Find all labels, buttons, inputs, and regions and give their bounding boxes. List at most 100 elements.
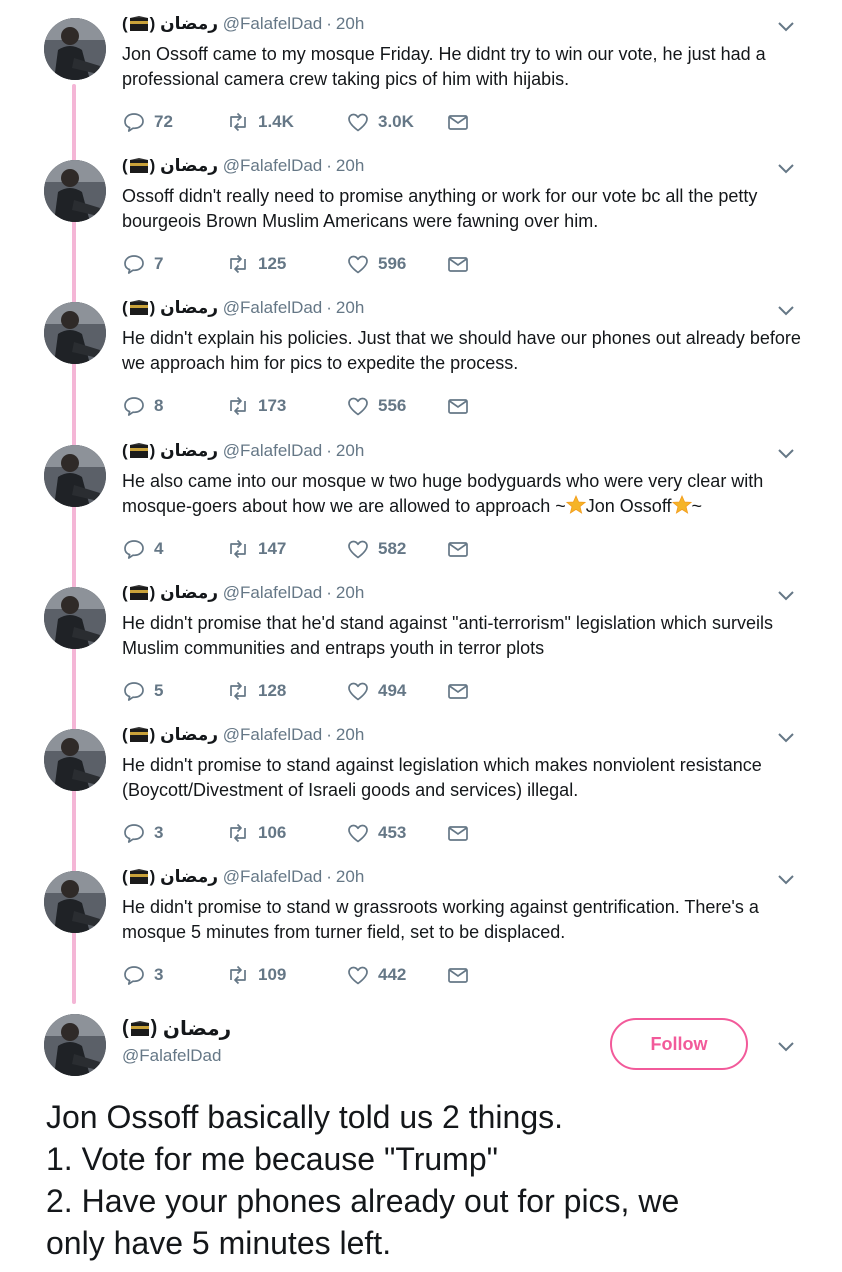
avatar[interactable]	[44, 160, 106, 223]
reply-icon	[124, 397, 144, 417]
tweet-actions: 4 147 582	[122, 537, 470, 561]
avatar[interactable]	[44, 586, 106, 649]
avatar[interactable]	[44, 1014, 106, 1076]
like-count: 494	[378, 680, 407, 700]
chevron-down-icon[interactable]	[776, 304, 796, 318]
reply-button[interactable]: 7	[122, 252, 226, 276]
tweet[interactable]: () رمضان @FalafelDad · 20h He didn't promis…	[0, 855, 842, 997]
tweet-timestamp[interactable]: 20h	[336, 156, 364, 176]
chevron-down-icon[interactable]	[776, 1040, 796, 1054]
tweet-timestamp[interactable]: 20h	[336, 867, 364, 887]
chevron-down-icon[interactable]	[776, 873, 796, 887]
author-display-name[interactable]: رمضان	[160, 725, 218, 745]
reply-count: 72	[154, 112, 173, 131]
avatar[interactable]	[44, 871, 106, 934]
direct-message-button[interactable]	[446, 394, 470, 418]
retweet-button[interactable]: 147	[226, 537, 346, 561]
reply-button[interactable]: 72	[122, 110, 226, 134]
retweet-button[interactable]: 106	[226, 821, 346, 845]
like-button[interactable]: 596	[346, 252, 446, 276]
reply-button[interactable]: 3	[122, 821, 226, 845]
retweet-button[interactable]: 173	[226, 394, 346, 418]
author-display-name[interactable]: رمضان	[160, 298, 218, 318]
tweet[interactable]: () رمضان @FalafelDad · 20h He didn't explai…	[0, 286, 842, 428]
author-handle[interactable]: @FalafelDad	[223, 156, 322, 176]
author-display-name[interactable]: رمضان	[160, 441, 218, 461]
direct-message-button[interactable]	[446, 679, 470, 703]
author-handle[interactable]: @FalafelDad	[223, 441, 322, 461]
author-handle[interactable]: @FalafelDad	[223, 867, 322, 887]
author-handle[interactable]: @FalafelDad	[223, 298, 322, 318]
avatar[interactable]	[44, 18, 106, 80]
chevron-down-icon[interactable]	[776, 589, 796, 603]
direct-message-button[interactable]	[446, 963, 470, 987]
reply-button[interactable]: 5	[122, 679, 226, 703]
like-button[interactable]: 453	[346, 821, 446, 845]
separator-dot: ·	[326, 298, 332, 318]
follow-button[interactable]: Follow	[610, 1018, 748, 1070]
avatar[interactable]	[44, 444, 106, 507]
like-icon	[348, 113, 368, 132]
tweet[interactable]: () رمضان @FalafelDad · 20h He didn't promis…	[0, 713, 842, 855]
reply-button[interactable]: 3	[122, 963, 226, 987]
like-button[interactable]: 494	[346, 679, 446, 703]
avatar[interactable]	[44, 729, 106, 791]
retweet-icon	[230, 255, 246, 274]
chevron-down-icon[interactable]	[776, 20, 796, 34]
main-tweet-line: only have 5 minutes left.	[46, 1225, 392, 1261]
reply-icon	[124, 255, 144, 275]
tweet[interactable]: () رمضان @FalafelDad · 20h He didn't promis…	[0, 571, 842, 713]
kaaba-emoji-icon	[129, 300, 148, 316]
message-icon	[448, 399, 468, 415]
kaaba-emoji-icon	[129, 727, 148, 742]
direct-message-button[interactable]	[446, 252, 470, 276]
author-handle[interactable]: @FalafelDad	[223, 14, 322, 34]
message-icon	[448, 115, 468, 130]
tweet-timestamp[interactable]: 20h	[336, 298, 364, 318]
like-icon	[348, 682, 368, 701]
message-icon	[448, 826, 468, 841]
like-icon	[348, 966, 368, 985]
author-display-name[interactable]: رمضان	[160, 583, 218, 603]
retweet-count: 128	[258, 680, 287, 700]
message-icon	[448, 683, 468, 699]
tweet[interactable]: () رمضان @FalafelDad · 20h Jon Ossoff came …	[0, 2, 842, 144]
like-icon	[348, 824, 368, 843]
direct-message-button[interactable]	[446, 110, 470, 134]
tweet-timestamp[interactable]: 20h	[336, 441, 364, 461]
avatar[interactable]	[44, 302, 106, 365]
retweet-button[interactable]: 1.4K	[226, 110, 346, 134]
author-display-name[interactable]: رمضان	[160, 14, 218, 34]
direct-message-button[interactable]	[446, 537, 470, 561]
reply-button[interactable]: 4	[122, 537, 226, 561]
direct-message-button[interactable]	[446, 821, 470, 845]
like-button[interactable]: 582	[346, 537, 446, 561]
chevron-down-icon[interactable]	[776, 447, 796, 461]
chevron-down-icon[interactable]	[776, 731, 796, 745]
star-emoji-icon	[671, 494, 692, 514]
kaaba-emoji-icon	[130, 1020, 149, 1036]
author-handle[interactable]: @FalafelDad	[223, 725, 322, 745]
tweet-timestamp[interactable]: 20h	[336, 583, 364, 603]
like-button[interactable]: 442	[346, 963, 446, 987]
tweet[interactable]: () رمضان @FalafelDad · 20h Ossoff didn't re…	[0, 144, 842, 286]
tweet-actions: 3 109 442	[122, 963, 470, 987]
retweet-icon	[230, 681, 246, 700]
tweet-text-content: He didn't promise to stand w grassroots …	[122, 897, 759, 943]
tweet-timestamp[interactable]: 20h	[336, 14, 364, 34]
tweet-timestamp[interactable]: 20h	[336, 725, 364, 745]
like-button[interactable]: 3.0K	[346, 110, 446, 134]
author-handle[interactable]: @FalafelDad	[223, 583, 322, 603]
tweet[interactable]: () رمضان @FalafelDad · 20h He also came int…	[0, 429, 842, 571]
retweet-button[interactable]: 128	[226, 679, 346, 703]
author-display-name[interactable]: ( ) رمضان	[122, 1016, 231, 1041]
chevron-down-icon[interactable]	[776, 162, 796, 176]
author-display-name[interactable]: رمضان	[160, 156, 218, 176]
like-count: 442	[378, 965, 407, 985]
retweet-button[interactable]: 125	[226, 252, 346, 276]
author-handle[interactable]: @FalafelDad	[122, 1046, 221, 1066]
reply-button[interactable]: 8	[122, 394, 226, 418]
author-display-name[interactable]: رمضان	[160, 867, 218, 887]
retweet-button[interactable]: 109	[226, 963, 346, 987]
like-button[interactable]: 556	[346, 394, 446, 418]
